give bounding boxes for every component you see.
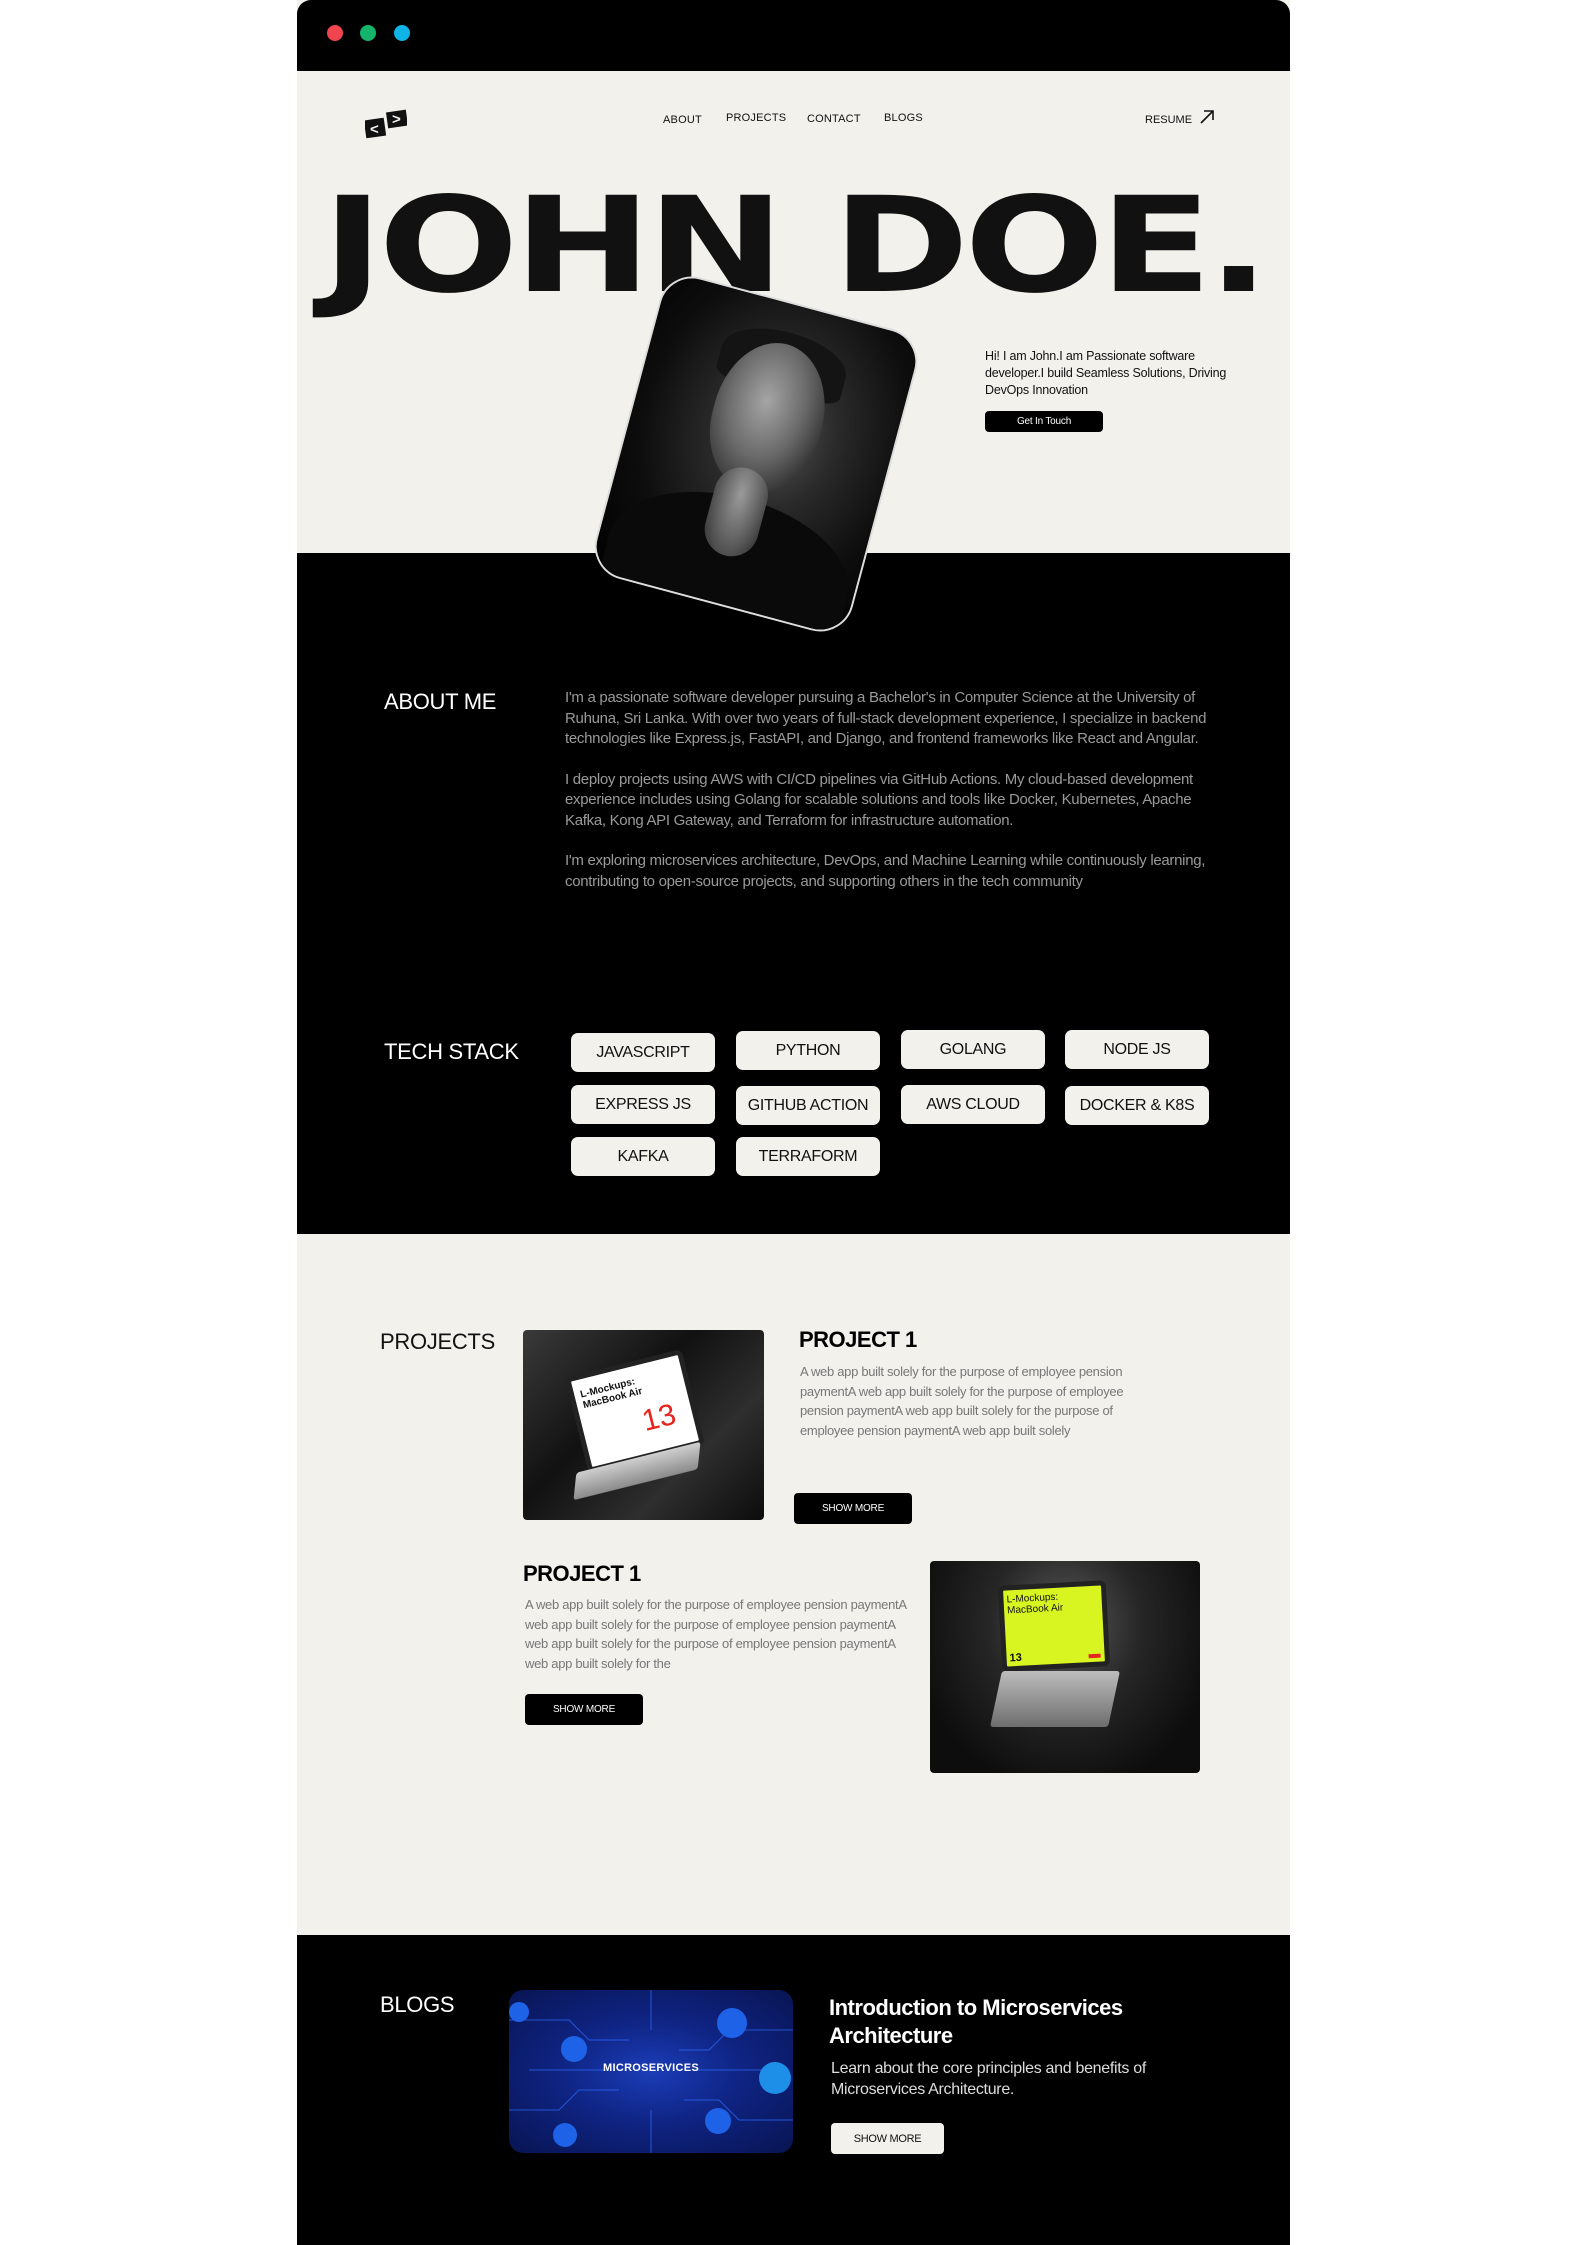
project-title: PROJECT 1 — [799, 1327, 917, 1352]
minimize-window-dot[interactable] — [360, 25, 376, 41]
blog-title[interactable]: Introduction to Microservices Architectu… — [829, 1994, 1209, 2050]
nav-link-blogs[interactable]: BLOGS — [884, 112, 923, 124]
tech-badge: EXPRESS JS — [571, 1085, 715, 1124]
about-paragraph: I'm a passionate software developer purs… — [565, 689, 1207, 747]
hub-icon — [759, 2062, 791, 2094]
svg-text:<: < — [370, 121, 379, 138]
blogs-title: BLOGS — [380, 1992, 455, 2017]
tech-badge: GOLANG — [901, 1030, 1045, 1069]
hero-name: JOHN DOE. — [322, 169, 1270, 323]
cloud-icon — [705, 2108, 731, 2134]
pie-chart-icon — [553, 2123, 577, 2147]
tech-badge: PYTHON — [736, 1031, 880, 1070]
show-more-button[interactable]: SHOW MORE — [794, 1493, 912, 1524]
project-description: A web app built solely for the purpose o… — [525, 1597, 906, 1671]
maximize-window-dot[interactable] — [394, 25, 410, 41]
tech-badge: NODE JS — [1065, 1030, 1209, 1069]
resume-label: RESUME — [1145, 114, 1193, 126]
code-brackets-icon[interactable]: < > — [365, 109, 407, 139]
network-icon — [509, 2002, 529, 2022]
tech-badge: TERRAFORM — [736, 1137, 880, 1176]
browser-window: < > ABOUT PROJECTS CONTACT BLOGS RESUME … — [297, 0, 1290, 2245]
project-image[interactable]: L-Mockups: MacBook Air 13 — [523, 1330, 764, 1520]
blog-image[interactable]: MICROSERVICES — [509, 1990, 793, 2153]
nav-link-projects[interactable]: PROJECTS — [726, 112, 786, 124]
close-window-dot[interactable] — [327, 25, 343, 41]
tech-badge: GITHUB ACTION — [736, 1086, 880, 1125]
resume-link[interactable]: RESUME — [1145, 108, 1216, 126]
show-more-button[interactable]: SHOW MORE — [525, 1694, 643, 1725]
tech-badge: AWS CLOUD — [901, 1085, 1045, 1124]
mockup-label: L-Mockups: MacBook Air — [1006, 1591, 1064, 1617]
get-in-touch-button[interactable]: Get In Touch — [985, 411, 1103, 432]
tech-badge: DOCKER & K8S — [1065, 1086, 1209, 1125]
nav-link-about[interactable]: ABOUT — [663, 114, 702, 126]
tech-badge: JAVASCRIPT — [571, 1033, 715, 1072]
mockup-number: 13 — [1009, 1651, 1023, 1665]
project-description: A web app built solely for the purpose o… — [800, 1364, 1124, 1438]
about-text: I'm a passionate software developer purs… — [565, 688, 1215, 912]
arrow-up-right-icon — [1200, 110, 1214, 124]
about-title: ABOUT ME — [384, 689, 497, 714]
blog-description: Learn about the core principles and bene… — [831, 2060, 1147, 2098]
about-paragraph: I'm exploring microservices architecture… — [565, 852, 1206, 890]
hierarchy-icon — [717, 2008, 747, 2038]
about-paragraph: I deploy projects using AWS with CI/CD p… — [565, 770, 1193, 829]
window-titlebar — [297, 0, 1290, 71]
projects-title: PROJECTS — [380, 1329, 495, 1354]
mockup-number: 13 — [638, 1397, 680, 1438]
laptop-mockup: L-Mockups: MacBook Air 13 — [997, 1580, 1111, 1672]
project-image[interactable]: L-Mockups: MacBook Air 13 — [930, 1561, 1200, 1773]
blog-show-more-button[interactable]: SHOW MORE — [831, 2123, 944, 2154]
tech-stack-title: TECH STACK — [384, 1039, 519, 1064]
tech-badge: KAFKA — [571, 1137, 715, 1176]
project-title: PROJECT 1 — [523, 1561, 641, 1586]
hero-intro-text: Hi! I am John.I am Passionate software d… — [985, 349, 1227, 397]
nav-link-contact[interactable]: CONTACT — [807, 113, 861, 125]
server-icon — [561, 2036, 587, 2062]
svg-text:>: > — [392, 111, 401, 128]
blog-image-label: MICROSERVICES — [603, 2062, 699, 2074]
